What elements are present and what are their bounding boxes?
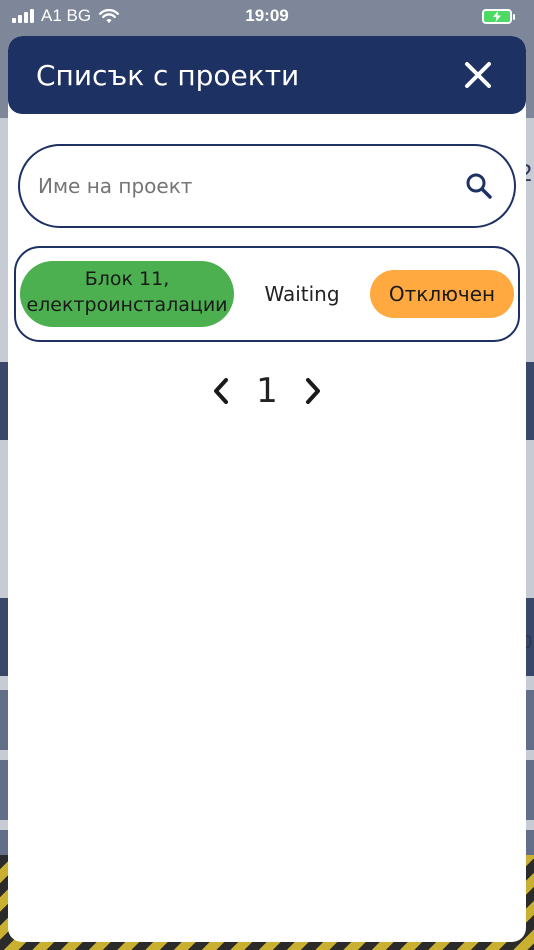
status-left: A1 BG [12,6,120,26]
clock: 19:09 [245,6,289,25]
status-bar: A1 BG 19:09 [0,0,534,32]
projects-modal: Списък с проекти Блок 11, електроинстала… [8,36,526,942]
project-row[interactable]: Блок 11, електроинсталации Waiting Отклю… [14,246,520,342]
close-icon [465,62,491,88]
chevron-right-icon [305,378,320,404]
battery-icon [482,8,515,24]
chevron-left-icon [214,378,229,404]
search-input[interactable] [38,174,464,198]
close-button[interactable] [460,57,496,93]
search-box [18,144,516,228]
project-state-badge[interactable]: Отключен [370,270,514,318]
project-status: Waiting [264,282,340,306]
modal-title: Списък с проекти [36,58,300,92]
wifi-icon [99,8,120,24]
previous-page-button[interactable] [208,376,234,406]
search-icon[interactable] [464,171,494,201]
carrier-label: A1 BG [41,6,92,25]
next-page-button[interactable] [300,376,326,406]
charging-bolt-icon [493,10,501,22]
modal-header: Списък с проекти [8,36,526,114]
signal-icon [12,9,34,23]
current-page-number: 1 [256,371,278,411]
pagination: 1 [8,366,526,416]
project-name[interactable]: Блок 11, електроинсталации [20,261,234,327]
